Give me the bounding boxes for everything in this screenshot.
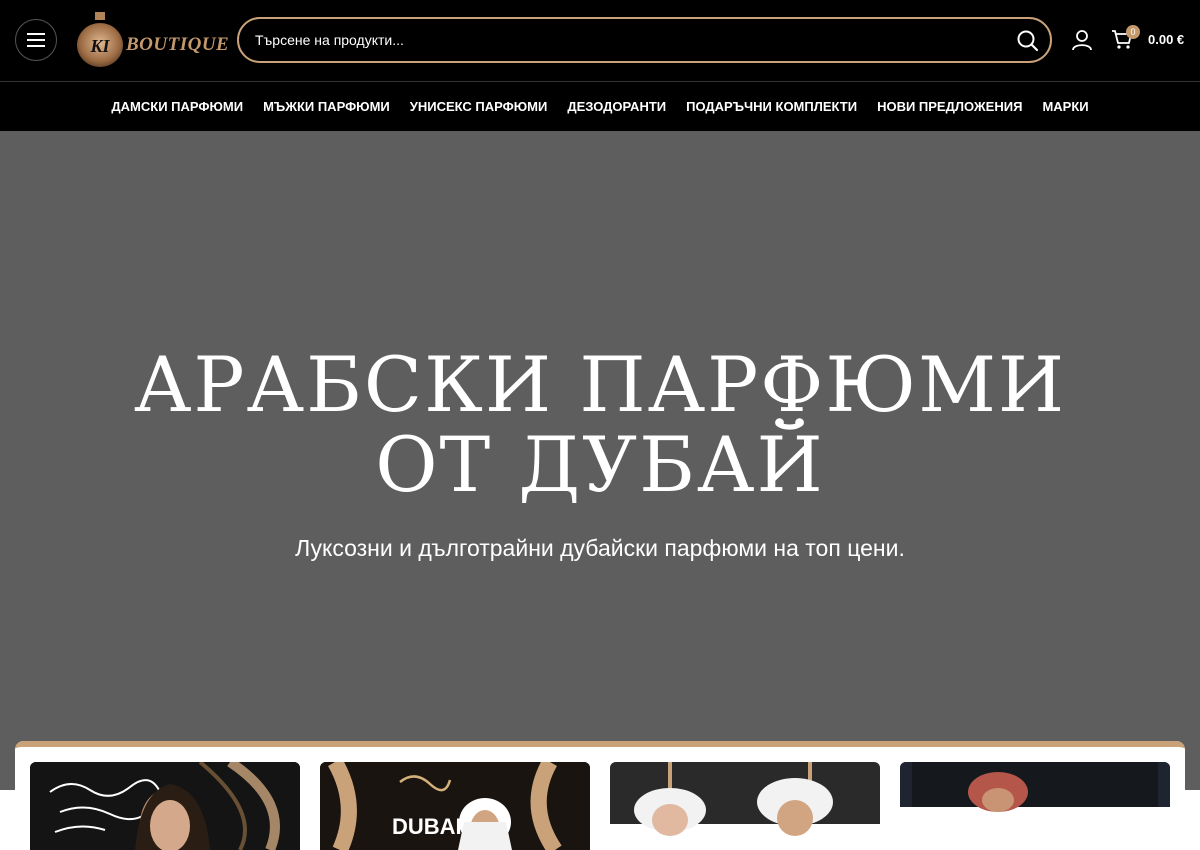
search-icon[interactable] [1016,29,1040,53]
nav-new-offers[interactable]: НОВИ ПРЕДЛОЖЕНИЯ [877,99,1022,114]
hero-title: АРАБСКИ ПАРФЮМИ ОТ ДУБАЙ [0,345,1200,505]
card-2-dubai-text: DUBAI [392,814,462,839]
hamburger-icon [27,33,45,47]
category-card-3[interactable] [610,762,880,850]
category-card-2[interactable]: DUBAI [320,762,590,850]
cart-button[interactable]: 0 0.00 € [1110,24,1184,54]
category-card-4[interactable] [900,762,1170,850]
main-navigation: ДАМСКИ ПАРФЮМИ МЪЖКИ ПАРФЮМИ УНИСЕКС ПАР… [0,81,1200,131]
search-bar [237,17,1052,63]
nav-unisex-perfumes[interactable]: УНИСЕКС ПАРФЮМИ [410,99,548,114]
category-card-1[interactable] [30,762,300,850]
hero-banner: АРАБСКИ ПАРФЮМИ ОТ ДУБАЙ Луксозни и дълг… [0,131,1200,790]
nav-deodorants[interactable]: ДЕЗОДОРАНТИ [567,99,666,114]
hero-subtitle: Луксозни и дълготрайни дубайски парфюми … [295,535,905,561]
logo-mark: KI [89,36,110,56]
search-input[interactable] [255,28,995,52]
nav-mens-perfumes[interactable]: МЪЖКИ ПАРФЮМИ [263,99,390,114]
card-image-dubai-man: DUBAI [320,762,590,850]
cart-total: 0.00 € [1148,31,1185,47]
card-image-man-red-headscarf [900,762,1170,850]
nav-gift-sets[interactable]: ПОДАРЪЧНИ КОМПЛЕКТИ [686,99,857,114]
hero-title-line-1: АРАБСКИ ПАРФЮМИ [133,340,1067,429]
card-image-woman-calligraphy [30,762,300,850]
hero-title-line-2: ОТ ДУБАЙ [375,420,825,509]
site-logo[interactable]: KI BOUTIQUE [74,10,229,70]
card-image-two-men [610,762,880,850]
perfume-bottle-logo-icon: KI [77,12,123,67]
logo-wordmark: BOUTIQUE [126,34,230,55]
menu-button[interactable] [15,19,57,61]
top-header: KI BOUTIQUE 0 0.00 € [0,0,1200,81]
nav-brands[interactable]: МАРКИ [1042,99,1088,114]
cart-count-badge: 0 [1126,25,1140,39]
user-account-icon[interactable] [1070,28,1094,52]
nav-womens-perfumes[interactable]: ДАМСКИ ПАРФЮМИ [111,99,243,114]
